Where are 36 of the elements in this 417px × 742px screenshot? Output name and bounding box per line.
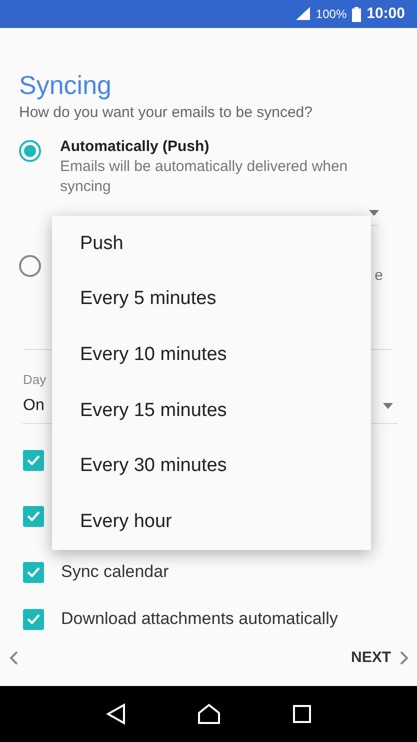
check-icon — [27, 614, 40, 624]
option-label: Automatically (Push) — [60, 137, 210, 157]
option-description: Emails will be automatically delivered when syncing — [60, 157, 349, 197]
signal-icon — [294, 7, 311, 21]
chevron-right-icon — [399, 651, 409, 665]
menu-item[interactable]: Every 30 minutes — [52, 438, 371, 494]
clock: 10:00 — [366, 4, 405, 24]
radio-button[interactable] — [19, 140, 41, 162]
battery-percentage: 100% — [316, 6, 347, 23]
check-icon — [27, 567, 40, 577]
back-icon[interactable] — [106, 703, 126, 725]
check-icon — [27, 455, 40, 465]
radio-button[interactable] — [19, 255, 41, 277]
checkbox-label: Download attachments automatically — [61, 608, 338, 630]
menu-item[interactable]: Every 5 minutes — [52, 272, 371, 328]
checkbox[interactable] — [23, 450, 44, 470]
checkbox[interactable] — [23, 506, 44, 526]
field-value: On — [23, 396, 44, 416]
checkbox[interactable] — [23, 608, 44, 630]
menu-item[interactable]: Every hour — [52, 494, 371, 550]
field-label: Day — [23, 372, 46, 388]
dropdown-arrow-icon — [383, 402, 393, 408]
battery-icon — [352, 6, 361, 22]
check-icon — [27, 511, 40, 521]
page-title: Syncing — [19, 69, 112, 102]
checkbox[interactable] — [23, 562, 44, 582]
menu-item[interactable]: Push — [52, 216, 371, 272]
next-button[interactable]: NEXT — [350, 646, 409, 670]
option-description: e — [374, 266, 383, 286]
recent-apps-icon[interactable] — [292, 704, 312, 724]
menu-item[interactable]: Every 10 minutes — [52, 327, 371, 384]
checkbox-label: Sync calendar — [61, 561, 169, 584]
home-icon[interactable] — [196, 703, 220, 725]
subtitle: How do you want your emails to be synced? — [19, 103, 314, 123]
menu-item[interactable]: Every 15 minutes — [52, 383, 371, 439]
dropdown-arrow-icon[interactable] — [369, 210, 379, 216]
